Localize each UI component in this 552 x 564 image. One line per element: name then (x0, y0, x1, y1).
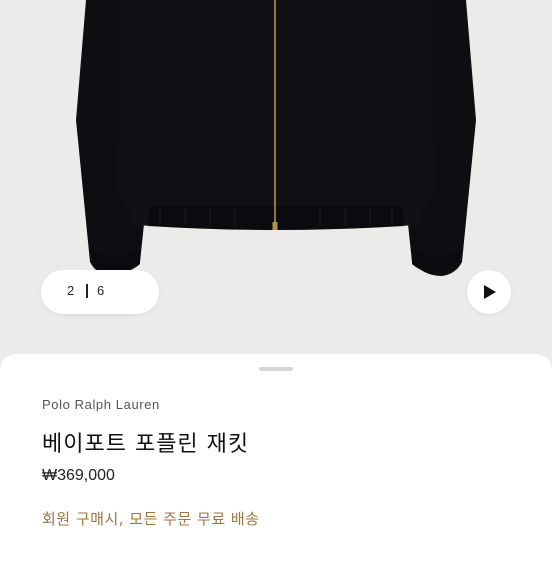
image-counter-total: 6 (97, 283, 105, 298)
product-title: 베이포트 포플린 재킷 (42, 432, 250, 457)
jacket-illustration (76, 0, 476, 276)
sheet-drag-handle[interactable] (259, 367, 293, 371)
image-counter-current: 2 (67, 283, 75, 298)
product-image[interactable]: 2 6 (0, 0, 552, 370)
jacket-body (117, 0, 435, 229)
next-image-button[interactable] (467, 270, 511, 314)
shipping-promo: 회원 구매시, 모든 주문 무료 배송 (42, 510, 260, 528)
product-price: ₩369,000 (42, 467, 115, 484)
zipper-pull (272, 222, 278, 230)
play-icon (484, 285, 496, 299)
image-counter-divider (86, 284, 88, 298)
brand-name[interactable]: Polo Ralph Lauren (42, 397, 160, 412)
product-info-sheet: Polo Ralph Lauren 베이포트 포플린 재킷 ₩369,000 회… (0, 354, 552, 564)
image-counter: 2 6 (41, 270, 159, 314)
